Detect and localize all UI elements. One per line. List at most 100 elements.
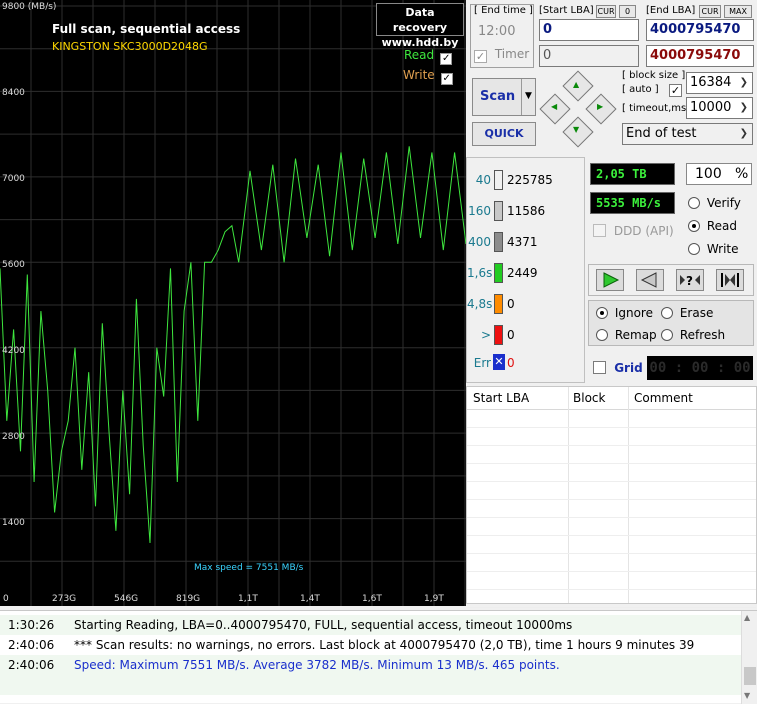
log-row: 2:40:06 Speed: Maximum 7551 MB/s. Averag… <box>0 655 741 675</box>
current-speed-display: 5535 MB/s <box>590 192 675 214</box>
y-tick-label: 8400 <box>2 88 25 98</box>
block-size-select[interactable]: 16384 ❯ <box>686 72 753 94</box>
grid-checkbox[interactable] <box>593 361 606 374</box>
erase-label: Erase <box>679 306 714 320</box>
action-erase-radio[interactable]: Erase <box>661 306 713 320</box>
write-radio-button[interactable] <box>688 243 700 255</box>
grid-timer-display: 00 : 00 : 00 <box>647 356 753 380</box>
log-message: Starting Reading, LBA=0..4000795470, FUL… <box>74 618 573 632</box>
start-lba-input[interactable]: 0 <box>539 19 639 41</box>
action-ignore-radio[interactable]: Ignore <box>596 306 653 320</box>
scan-settings-panel: [ End time ] 12:00 ✓ Timer [Start LBA] C… <box>466 0 757 155</box>
error-x-icon: ✕ <box>493 354 505 370</box>
read-radio-button[interactable] <box>688 220 700 232</box>
timeout-value: 10000 <box>690 100 732 115</box>
remap-radio-button[interactable] <box>596 329 608 341</box>
scroll-thumb[interactable] <box>744 667 756 685</box>
graph-read-toggle[interactable]: Read ✓ <box>404 48 453 65</box>
graph-read-checkbox[interactable]: ✓ <box>440 53 453 65</box>
block-size-value: 16384 <box>690 75 732 90</box>
action-refresh-radio[interactable]: Refresh <box>661 328 725 342</box>
column-header-comment[interactable]: Comment <box>634 391 693 405</box>
log-scrollbar[interactable]: ▲ ▼ <box>741 611 757 704</box>
mode-read-radio[interactable]: Read <box>688 219 737 233</box>
read-speed-line <box>0 146 466 544</box>
log-time: 2:40:06 <box>8 638 55 652</box>
timeout-select[interactable]: 10000 ❯ <box>686 97 753 119</box>
erase-radio-button[interactable] <box>661 307 673 319</box>
start-lba-cur-button[interactable]: CUR <box>596 5 616 18</box>
y-tick-label: 7000 <box>2 174 25 184</box>
scroll-up-icon[interactable]: ▲ <box>744 613 750 622</box>
table-row-divider <box>467 535 756 536</box>
svg-text:?: ? <box>686 274 693 288</box>
action-remap-radio[interactable]: Remap <box>596 328 657 342</box>
remap-label: Remap <box>614 328 657 342</box>
end-action-value: End of test <box>626 126 697 141</box>
quick-button[interactable]: QUICK <box>472 122 536 146</box>
table-row-divider <box>467 517 756 518</box>
percent-sign: % <box>735 166 749 182</box>
stat-label: 400 <box>468 235 491 249</box>
mode-verify-radio[interactable]: Verify <box>688 196 741 210</box>
end-time-input[interactable]: 12:00 <box>474 22 530 42</box>
table-row-divider <box>467 607 756 608</box>
end-lba-input[interactable]: 4000795470 <box>646 19 754 41</box>
defect-table[interactable]: Start LBA Block Comment <box>466 386 757 608</box>
random-seek-button[interactable]: ? <box>676 269 704 291</box>
event-log[interactable]: 1:30:26 Starting Reading, LBA=0..4000795… <box>0 610 757 704</box>
scan-dropdown-icon[interactable]: ▼ <box>525 91 532 101</box>
log-message: Speed: Maximum 7551 MB/s. Average 3782 M… <box>74 658 560 672</box>
end-lba-max-button[interactable]: MAX <box>724 5 752 18</box>
table-row-divider <box>467 445 756 446</box>
chevron-down-icon: ❯ <box>739 77 748 88</box>
timer-toggle[interactable]: ✓ Timer <box>474 47 529 63</box>
stat-count: 0 <box>507 297 515 311</box>
stat-color-swatch <box>494 263 503 283</box>
table-row-divider <box>467 427 756 428</box>
butterfly-button[interactable] <box>716 269 744 291</box>
stat-count: 11586 <box>507 204 546 218</box>
speed-graph-canvas <box>0 0 466 606</box>
percent-value: 100 <box>695 166 722 182</box>
error-count: 0 <box>507 356 515 370</box>
grid-label: Grid <box>614 361 643 375</box>
ignore-radio-button[interactable] <box>596 307 608 319</box>
hddby-logo: Data recovery www.hdd.by <box>376 3 464 49</box>
stat-label: > <box>480 328 491 342</box>
play-button[interactable] <box>596 269 624 291</box>
column-header-block[interactable]: Block <box>573 391 605 405</box>
stat-color-swatch <box>494 170 503 190</box>
auto-checkbox[interactable]: ✓ <box>669 84 682 97</box>
stat-color-swatch <box>494 325 503 345</box>
scroll-down-icon[interactable]: ▼ <box>744 691 750 700</box>
stat-count: 4371 <box>507 235 538 249</box>
end-lba-label: [End LBA] <box>646 5 696 16</box>
x-tick-label: 546G <box>114 594 139 604</box>
reverse-button[interactable] <box>636 269 664 291</box>
y-tick-label: 4200 <box>2 346 25 356</box>
drive-model: KINGSTON SKC3000D2048G <box>52 40 208 53</box>
end-lba-cur-button[interactable]: CUR <box>699 5 721 18</box>
verify-radio-button[interactable] <box>688 197 700 209</box>
refresh-radio-button[interactable] <box>661 329 673 341</box>
log-time: 1:30:26 <box>8 618 55 632</box>
graph-write-label: Write <box>403 68 435 82</box>
timer-checkbox[interactable]: ✓ <box>474 50 487 63</box>
stat-count: 0 <box>507 328 515 342</box>
mode-write-radio[interactable]: Write <box>688 242 739 256</box>
start-lba-zero-button[interactable]: 0 <box>619 5 636 18</box>
stat-count: 2449 <box>507 266 538 280</box>
graph-write-toggle[interactable]: Write ✓ <box>403 68 453 85</box>
grid-toggle[interactable]: Grid <box>593 361 643 375</box>
x-tick-label: 273G <box>52 594 77 604</box>
max-speed-label: Max speed = 7551 MB/s <box>194 563 304 573</box>
graph-write-checkbox[interactable]: ✓ <box>440 73 453 85</box>
column-header-start-lba[interactable]: Start LBA <box>473 391 529 405</box>
x-tick-label: 819G <box>176 594 201 604</box>
log-time: 2:40:06 <box>8 658 55 672</box>
end-action-select[interactable]: End of test ❯ <box>622 123 753 145</box>
x-tick-label: 0 <box>3 594 9 604</box>
stat-color-swatch <box>494 232 503 252</box>
scan-button[interactable]: Scan ▼ <box>472 78 536 116</box>
